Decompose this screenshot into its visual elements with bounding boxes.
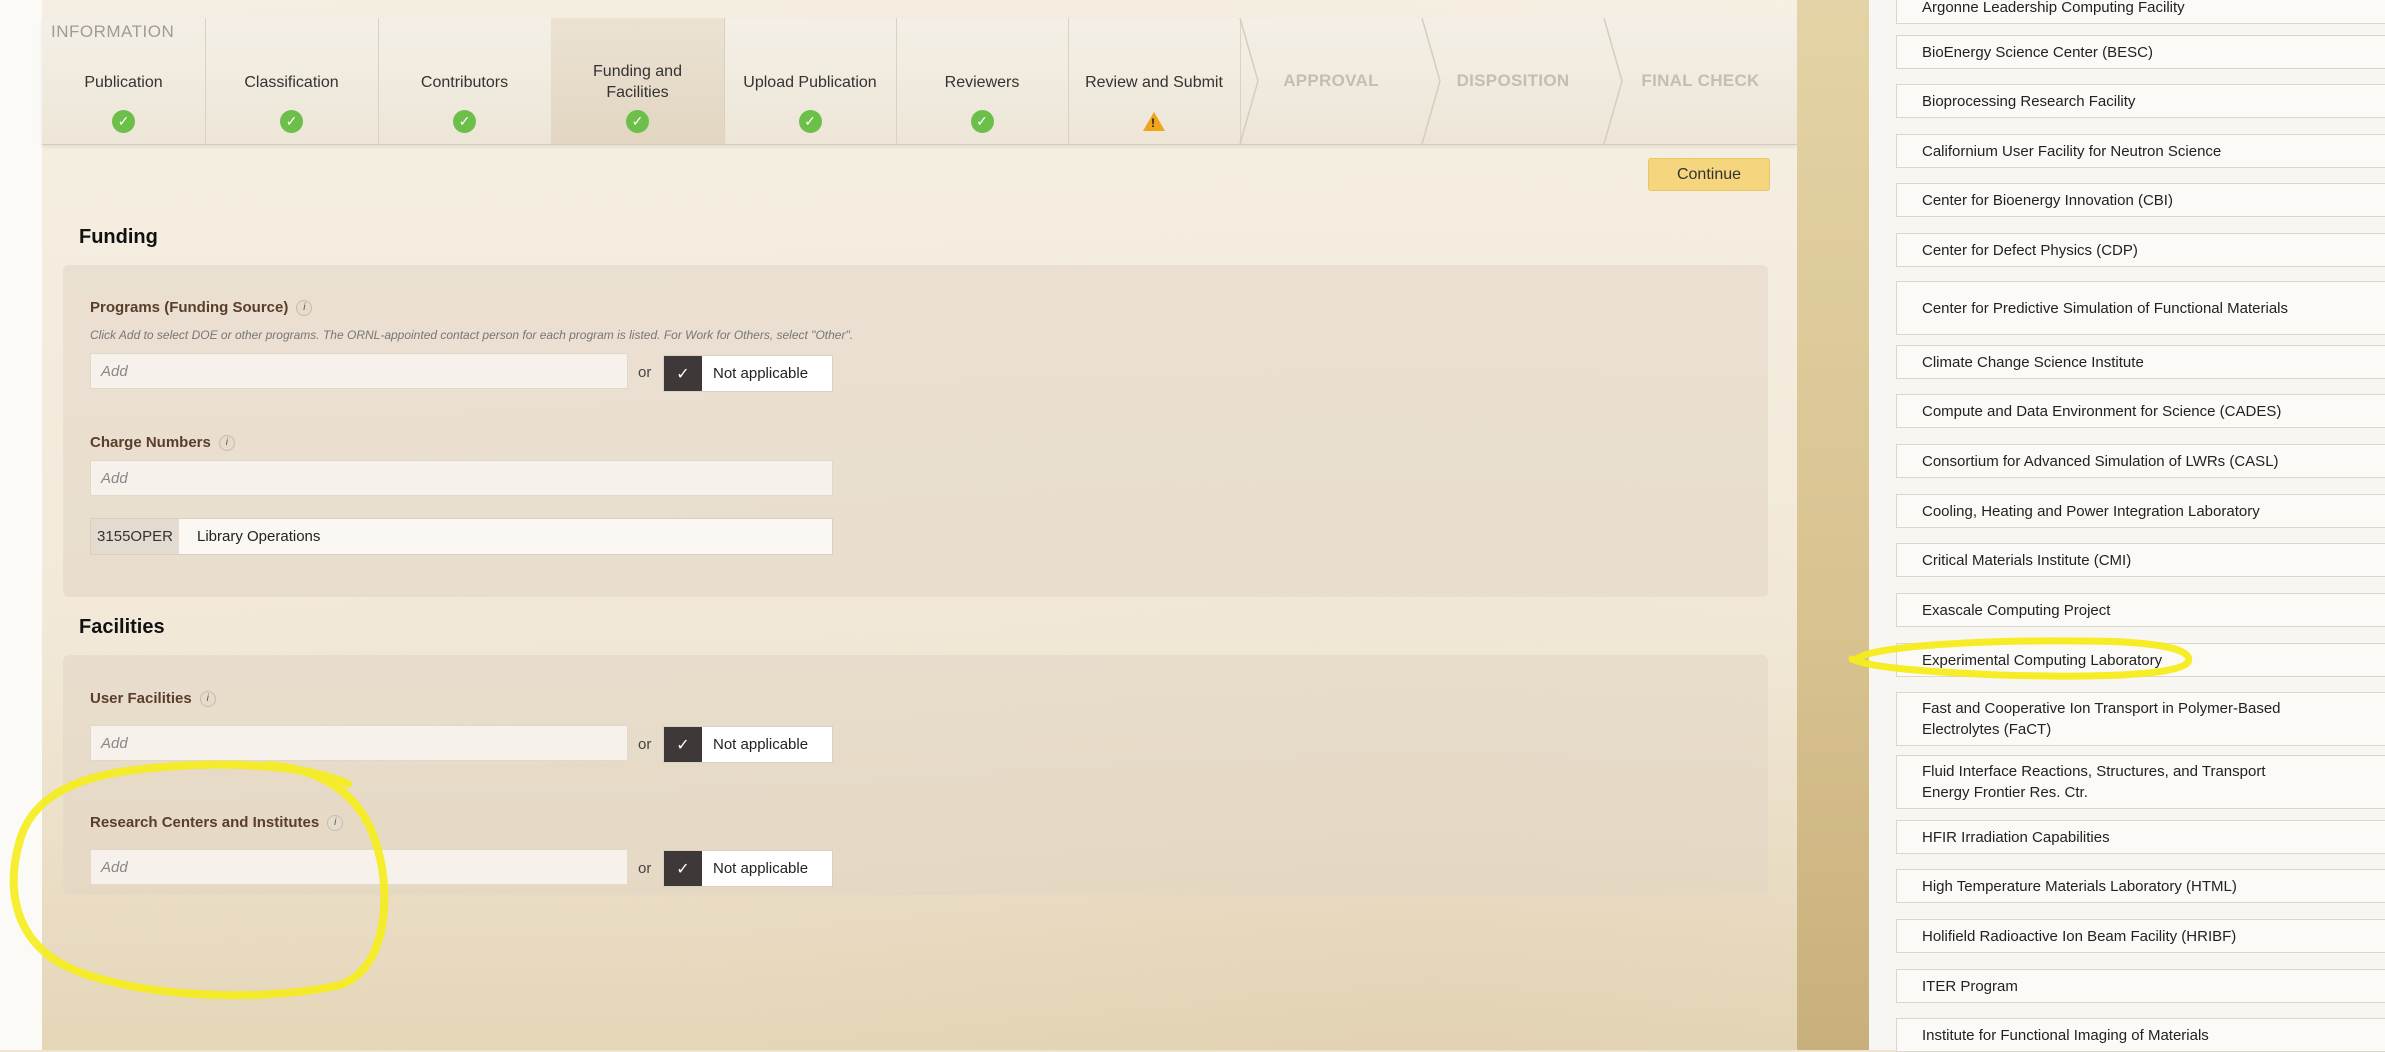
user-facilities-label: User Facilities i <box>90 690 216 707</box>
facility-list-item[interactable]: Compute and Data Environment for Science… <box>1896 394 2385 428</box>
facility-list-item[interactable]: Cooling, Heating and Power Integration L… <box>1896 494 2385 528</box>
phase-chevrons <box>1239 18 1623 144</box>
research-centers-add-input[interactable]: Add <box>90 849 628 885</box>
charge-add-input[interactable]: Add <box>90 460 833 496</box>
facility-name: Critical Materials Institute (CMI) <box>1922 551 2132 569</box>
funding-heading: Funding <box>79 226 158 248</box>
charge-number-entry[interactable]: 3155OPER Library Operations <box>90 518 833 555</box>
charge-label-text: Charge Numbers <box>90 434 211 451</box>
info-icon[interactable]: i <box>296 299 313 316</box>
charge-numbers-label: Charge Numbers i <box>90 434 235 451</box>
facility-list-item[interactable]: Institute for Functional Imaging of Mate… <box>1896 1018 2385 1052</box>
checkbox-checked-icon[interactable]: ✓ <box>664 851 702 886</box>
facility-list-item[interactable]: ITER Program <box>1896 969 2385 1003</box>
facility-name: BioEnergy Science Center (BESC) <box>1922 43 2153 61</box>
user-facilities-label-text: User Facilities <box>90 690 192 707</box>
programs-not-applicable[interactable]: ✓ Not applicable <box>663 355 833 392</box>
programs-label: Programs (Funding Source) i <box>90 299 313 316</box>
user-facilities-not-applicable[interactable]: ✓ Not applicable <box>663 726 833 763</box>
left-margin <box>0 0 42 1050</box>
facility-list-item[interactable]: Critical Materials Institute (CMI) <box>1896 543 2385 577</box>
facility-name: High Temperature Materials Laboratory (H… <box>1922 877 2237 895</box>
or-text: or <box>638 364 652 381</box>
charge-description: Library Operations <box>197 528 321 545</box>
facility-list-item[interactable]: BioEnergy Science Center (BESC) <box>1896 35 2385 69</box>
facility-name: Center for Predictive Simulation of Func… <box>1922 299 2288 317</box>
facilities-heading: Facilities <box>79 616 165 638</box>
programs-label-text: Programs (Funding Source) <box>90 299 289 316</box>
research-centers-label: Research Centers and Institutes i <box>90 814 344 831</box>
facility-list-item[interactable]: Bioprocessing Research Facility <box>1896 84 2385 118</box>
facility-list-item[interactable]: Exascale Computing Project <box>1896 593 2385 627</box>
facility-list-item[interactable]: HFIR Irradiation Capabilities <box>1896 820 2385 854</box>
research-centers-not-applicable[interactable]: ✓ Not applicable <box>663 850 833 887</box>
charge-code: 3155OPER <box>91 519 179 554</box>
or-text: or <box>638 736 652 753</box>
facility-list-item[interactable]: High Temperature Materials Laboratory (H… <box>1896 869 2385 903</box>
facility-name: Center for Defect Physics (CDP) <box>1922 241 2138 259</box>
facility-name: Exascale Computing Project <box>1922 601 2111 619</box>
facility-name: Consortium for Advanced Simulation of LW… <box>1922 452 2279 470</box>
facility-list-item[interactable]: Experimental Computing Laboratory <box>1896 643 2385 677</box>
facility-name: Bioprocessing Research Facility <box>1922 92 2136 110</box>
research-centers-label-text: Research Centers and Institutes <box>90 814 320 831</box>
user-facilities-add-input[interactable]: Add <box>90 725 628 761</box>
facility-name: Compute and Data Environment for Science… <box>1922 402 2282 420</box>
info-icon[interactable]: i <box>218 434 235 451</box>
info-icon[interactable]: i <box>327 814 344 831</box>
facility-name: Cooling, Heating and Power Integration L… <box>1922 502 2260 520</box>
facility-name: ITER Program <box>1922 977 2018 995</box>
background-gutter <box>1797 0 1869 1050</box>
facility-list-item[interactable]: Holifield Radioactive Ion Beam Facility … <box>1896 919 2385 953</box>
programs-hint: Click Add to select DOE or other program… <box>90 328 854 342</box>
not-applicable-label: Not applicable <box>713 365 809 382</box>
facility-name: Center for Bioenergy Innovation (CBI) <box>1922 191 2173 209</box>
facility-list-item[interactable]: Climate Change Science Institute <box>1896 345 2385 379</box>
facility-name: Institute for Functional Imaging of Mate… <box>1922 1026 2209 1044</box>
step-navigation: Publication ✓ Classification ✓ Contribut… <box>42 18 1797 145</box>
facility-list-item[interactable]: Center for Bioenergy Innovation (CBI) <box>1896 183 2385 217</box>
facility-list-item[interactable]: Fluid Interface Reactions, Structures, a… <box>1896 755 2385 809</box>
facility-name: Fluid Interface Reactions, Structures, a… <box>1922 763 2266 801</box>
facility-list-item[interactable]: Californium User Facility for Neutron Sc… <box>1896 134 2385 168</box>
checkbox-checked-icon[interactable]: ✓ <box>664 356 702 391</box>
programs-add-input[interactable]: Add <box>90 353 628 389</box>
facility-name: HFIR Irradiation Capabilities <box>1922 828 2110 846</box>
facility-name: Fast and Cooperative Ion Transport in Po… <box>1922 700 2281 738</box>
section-label: INFORMATION <box>51 22 175 41</box>
facility-name: Californium User Facility for Neutron Sc… <box>1922 142 2222 160</box>
not-applicable-label: Not applicable <box>713 860 809 877</box>
facility-name: Argonne Leadership Computing Facility <box>1922 0 2185 16</box>
checkbox-checked-icon[interactable]: ✓ <box>664 727 702 762</box>
facility-list-item[interactable]: Consortium for Advanced Simulation of LW… <box>1896 444 2385 478</box>
not-applicable-label: Not applicable <box>713 736 809 753</box>
facility-list-item[interactable]: Center for Defect Physics (CDP) <box>1896 233 2385 267</box>
or-text: or <box>638 860 652 877</box>
facility-list-item[interactable]: Center for Predictive Simulation of Func… <box>1896 281 2385 335</box>
facility-list-item[interactable]: Argonne Leadership Computing Facility <box>1896 0 2385 24</box>
facility-name: Experimental Computing Laboratory <box>1922 651 2163 669</box>
continue-button[interactable]: Continue <box>1648 158 1770 191</box>
facility-name: Climate Change Science Institute <box>1922 353 2144 371</box>
facility-name: Holifield Radioactive Ion Beam Facility … <box>1922 927 2237 945</box>
facility-list-item[interactable]: Fast and Cooperative Ion Transport in Po… <box>1896 692 2385 746</box>
info-icon[interactable]: i <box>199 690 216 707</box>
